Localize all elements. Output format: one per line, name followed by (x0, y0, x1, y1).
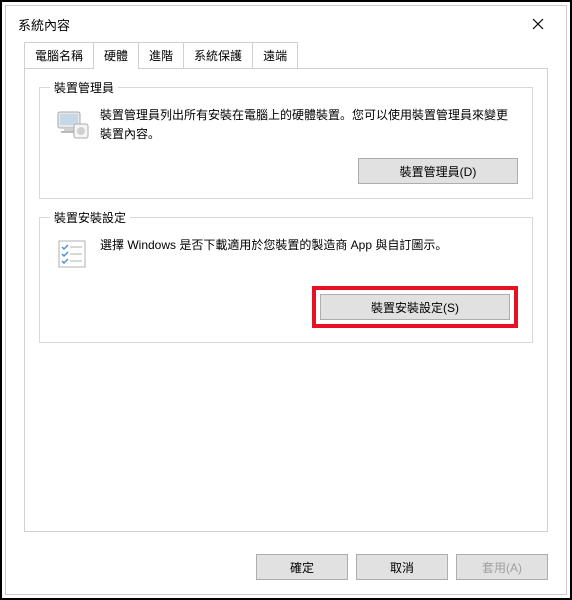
tab-panel-hardware: 裝置管理員 裝置管理員列出所有安裝在電 (24, 68, 548, 532)
apply-button[interactable]: 套用(A) (456, 554, 548, 580)
group-device-manager-content: 裝置管理員列出所有安裝在電腦上的硬體裝置。您可以使用裝置管理員來變更裝置內容。 (54, 106, 518, 144)
group-device-install-content: 選擇 Windows 是否下載適用於您裝置的製造商 App 與自訂圖示。 (54, 236, 518, 272)
tab-remote[interactable]: 遠端 (252, 42, 298, 68)
system-properties-window: 系統內容 電腦名稱 硬體 進階 系統保護 遠端 裝置管理員 (0, 0, 572, 600)
tab-advanced[interactable]: 進階 (138, 42, 184, 68)
tab-strip: 電腦名稱 硬體 進階 系統保護 遠端 (24, 42, 548, 68)
group-device-install-title: 裝置安裝設定 (50, 209, 130, 226)
device-manager-button[interactable]: 裝置管理員(D) (358, 158, 518, 184)
close-icon (532, 18, 544, 30)
dialog-footer: 確定 取消 套用(A) (6, 542, 566, 594)
highlighted-frame: 裝置安裝設定(S) (312, 286, 518, 328)
group-device-manager: 裝置管理員 裝置管理員列出所有安裝在電 (39, 87, 533, 199)
cancel-button[interactable]: 取消 (356, 554, 448, 580)
group-device-manager-text: 裝置管理員列出所有安裝在電腦上的硬體裝置。您可以使用裝置管理員來變更裝置內容。 (100, 106, 518, 144)
tab-system-protection[interactable]: 系統保護 (183, 42, 253, 68)
window-inner: 系統內容 電腦名稱 硬體 進階 系統保護 遠端 裝置管理員 (5, 5, 567, 595)
group-device-manager-title: 裝置管理員 (50, 79, 118, 96)
content-area: 電腦名稱 硬體 進階 系統保護 遠端 裝置管理員 (6, 42, 566, 542)
ok-button[interactable]: 確定 (256, 554, 348, 580)
device-install-settings-button[interactable]: 裝置安裝設定(S) (320, 294, 510, 320)
tab-computer-name[interactable]: 電腦名稱 (24, 42, 94, 68)
group-device-manager-buttons: 裝置管理員(D) (54, 158, 518, 184)
device-install-icon (54, 236, 90, 272)
group-device-install-buttons: 裝置安裝設定(S) (54, 286, 518, 328)
group-device-install: 裝置安裝設定 (39, 217, 533, 343)
titlebar: 系統內容 (6, 6, 566, 42)
window-title: 系統內容 (18, 15, 70, 34)
group-device-install-text: 選擇 Windows 是否下載適用於您裝置的製造商 App 與自訂圖示。 (100, 236, 518, 272)
device-manager-icon (54, 106, 90, 142)
tab-hardware[interactable]: 硬體 (93, 42, 139, 69)
close-button[interactable] (522, 12, 554, 36)
